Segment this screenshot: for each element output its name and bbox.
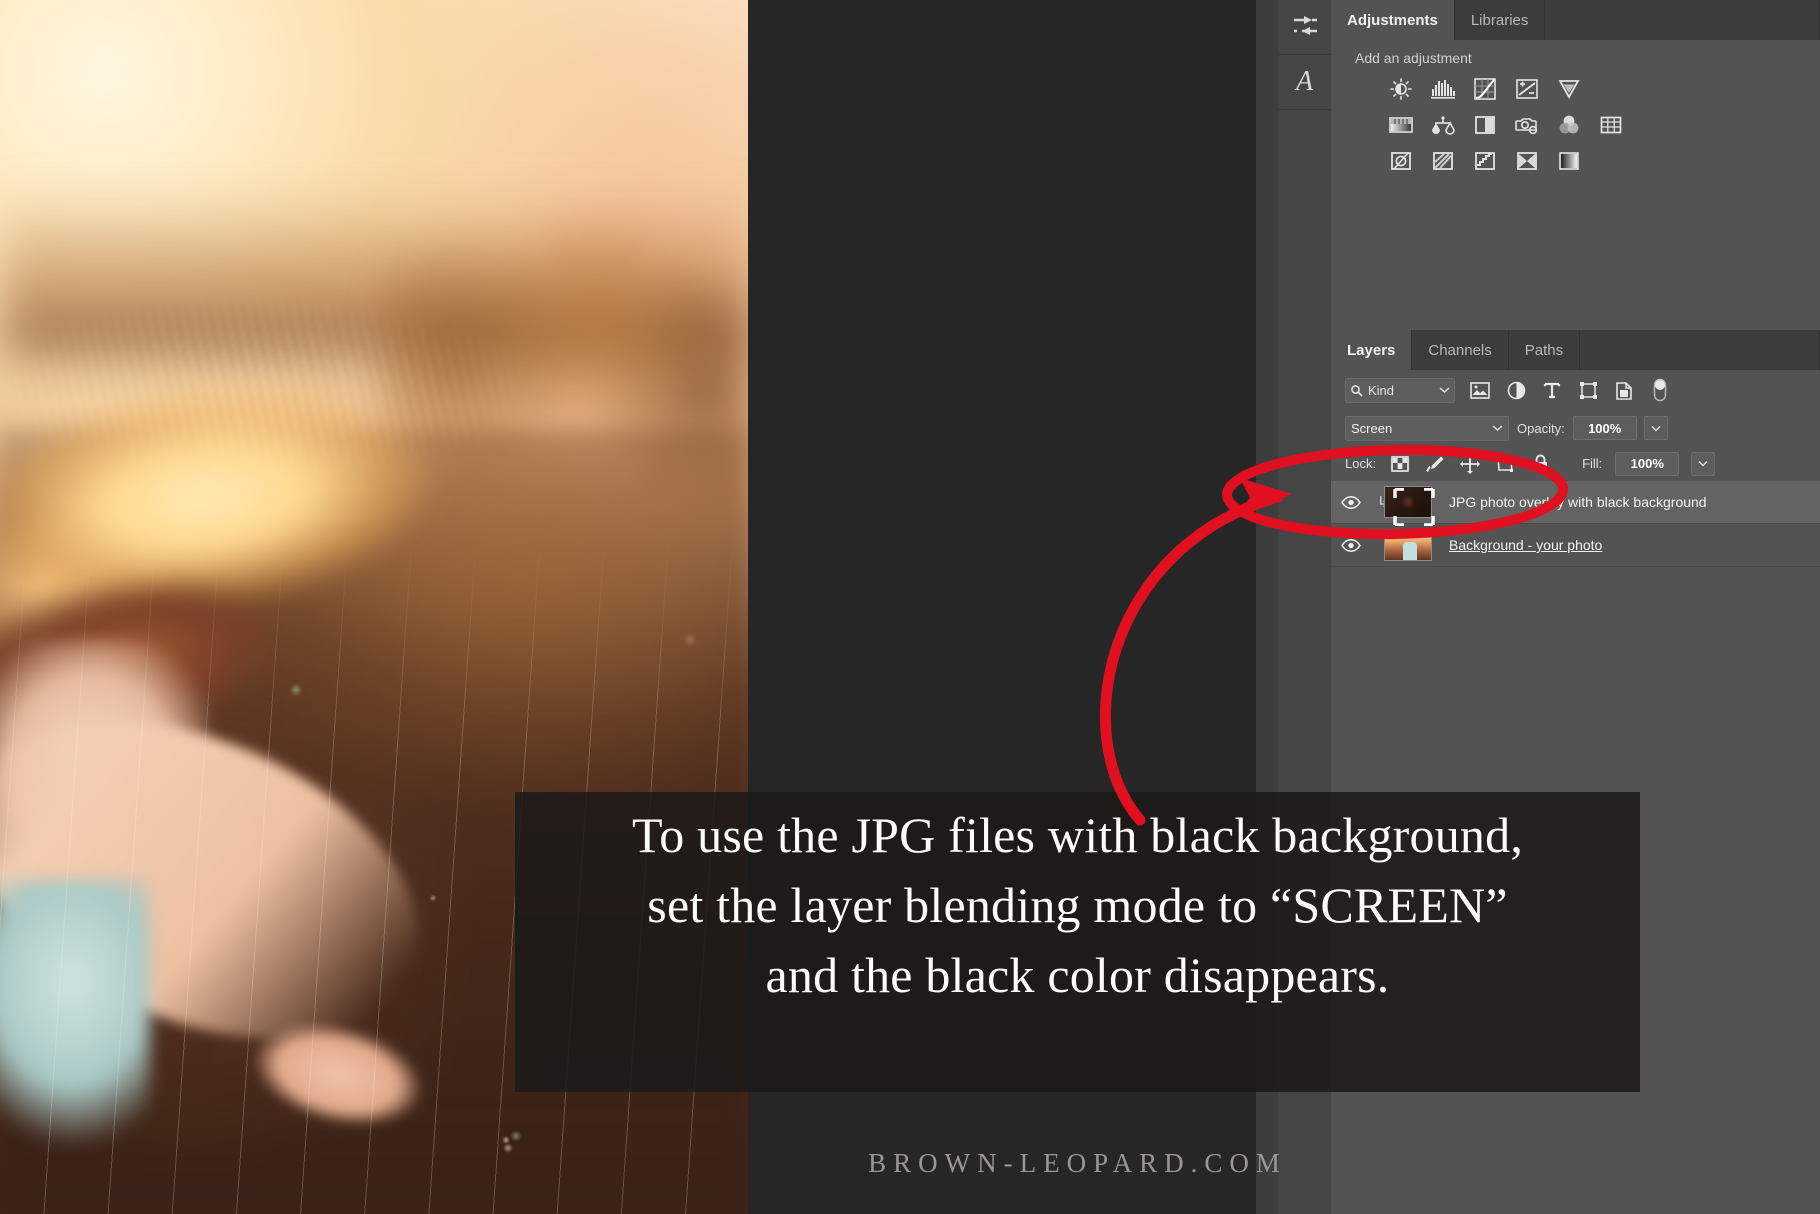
fill-stepper[interactable]	[1691, 451, 1716, 476]
lock-all-icon[interactable]	[1529, 453, 1551, 475]
caption-line-1: To use the JPG files with black backgrou…	[631, 807, 1524, 863]
lock-transparency-icon[interactable]	[1389, 453, 1411, 475]
fill-value[interactable]: 100%	[1615, 451, 1680, 476]
hue-saturation-icon[interactable]	[1387, 112, 1415, 138]
layer-thumbnail-cell: ↳	[1371, 486, 1445, 526]
layers-tabbar: Layers Channels Paths	[1331, 330, 1820, 370]
adjustments-tabbar: Adjustments Libraries	[1331, 0, 1820, 40]
photo-filter-icon[interactable]	[1513, 112, 1541, 138]
screenshot-root: A Adjustments Libraries Add an adjustmen…	[0, 0, 1820, 1214]
layers-tabbar-filler	[1580, 330, 1820, 370]
invert-icon[interactable]	[1387, 148, 1415, 174]
selective-color-icon[interactable]	[1513, 148, 1541, 174]
adjustment-row-3	[1387, 148, 1820, 174]
opacity-stepper[interactable]	[1643, 416, 1668, 440]
fill-label: Fill:	[1582, 456, 1603, 471]
caption-line-2: set the layer blending mode to “SCREEN”	[647, 877, 1508, 933]
color-lookup-icon[interactable]	[1597, 112, 1625, 138]
character-panel-icon[interactable]: A	[1278, 55, 1331, 110]
smart-object-icon[interactable]	[1613, 379, 1635, 401]
adjustment-row-1	[1387, 76, 1820, 102]
lock-artboard-icon[interactable]	[1494, 453, 1516, 475]
channel-mixer-icon[interactable]	[1555, 112, 1583, 138]
properties-icon[interactable]	[1278, 0, 1331, 55]
opacity-label: Opacity:	[1517, 420, 1565, 436]
layer-visibility-toggle[interactable]	[1331, 495, 1371, 509]
layer-thumbnail-cell	[1371, 529, 1445, 561]
caption-line-3: and the black color disappears.	[765, 947, 1390, 1003]
eye-icon	[1341, 538, 1361, 552]
tabbar-filler	[1545, 0, 1820, 40]
lock-image-icon[interactable]	[1424, 453, 1446, 475]
tab-libraries-label: Libraries	[1470, 11, 1529, 29]
pixel-layer-icon[interactable]	[1469, 379, 1491, 401]
brightness-contrast-icon[interactable]	[1387, 76, 1415, 102]
table-row[interactable]: ↳ JPG photo overlay with black backgroun…	[1331, 481, 1820, 526]
tab-adjustments[interactable]: Adjustments	[1331, 0, 1455, 40]
lock-label: Lock:	[1345, 456, 1377, 471]
watermark: BROWN-LEOPARD.COM	[868, 1148, 1287, 1178]
layer-thumbnail[interactable]	[1384, 529, 1432, 561]
layer-name[interactable]: JPG photo overlay with black background	[1445, 494, 1707, 510]
shape-layer-icon[interactable]	[1577, 379, 1599, 401]
tab-libraries[interactable]: Libraries	[1455, 0, 1546, 40]
lock-row: Lock: Fill: 100%	[1331, 446, 1820, 481]
tab-layers-label: Layers	[1347, 341, 1396, 359]
levels-icon[interactable]	[1429, 76, 1457, 102]
tab-adjustments-label: Adjustments	[1347, 11, 1438, 29]
layer-name[interactable]: Background - your photo	[1445, 537, 1602, 553]
table-row[interactable]: Background - your photo	[1331, 524, 1820, 567]
add-adjustment-heading: Add an adjustment	[1355, 50, 1472, 66]
adjustment-icon-grid	[1355, 76, 1820, 174]
tab-paths-label: Paths	[1524, 341, 1564, 359]
curves-icon[interactable]	[1471, 76, 1499, 102]
blend-mode-select[interactable]: Screen	[1345, 415, 1509, 441]
exposure-icon[interactable]	[1513, 76, 1541, 102]
lock-position-icon[interactable]	[1459, 453, 1481, 475]
adjustments-content: Add an adjustment	[1331, 40, 1820, 174]
black-white-icon[interactable]	[1471, 112, 1499, 138]
type-layer-icon[interactable]	[1541, 379, 1563, 401]
layer-thumbnail[interactable]	[1384, 486, 1432, 518]
adjustment-row-2	[1387, 112, 1820, 138]
threshold-icon[interactable]	[1471, 148, 1499, 174]
layer-visibility-toggle[interactable]	[1331, 538, 1371, 552]
search-icon	[1351, 384, 1363, 397]
tab-channels-label: Channels	[1428, 341, 1492, 359]
caption-text: To use the JPG files with black backgrou…	[515, 800, 1640, 1010]
blend-mode-row: Screen Opacity: 100%	[1331, 410, 1820, 446]
layer-filter-row: Kind	[1331, 370, 1820, 410]
vibrance-icon[interactable]	[1555, 76, 1583, 102]
tab-layers[interactable]: Layers	[1331, 330, 1413, 370]
chevron-down-icon	[1492, 425, 1503, 432]
posterize-icon[interactable]	[1429, 148, 1457, 174]
tab-paths[interactable]: Paths	[1509, 330, 1581, 370]
layer-kind-select[interactable]: Kind	[1345, 377, 1455, 403]
adjustment-layer-icon[interactable]	[1505, 379, 1527, 401]
chevron-down-icon	[1439, 387, 1450, 394]
layer-kind-label: Kind	[1368, 382, 1395, 398]
blend-mode-value: Screen	[1351, 420, 1393, 436]
color-balance-icon[interactable]	[1429, 112, 1457, 138]
eye-icon	[1341, 495, 1361, 509]
tab-channels[interactable]: Channels	[1412, 330, 1509, 370]
filter-toggle[interactable]	[1649, 378, 1671, 402]
gradient-map-icon[interactable]	[1555, 148, 1583, 174]
opacity-value[interactable]: 100%	[1572, 416, 1637, 440]
